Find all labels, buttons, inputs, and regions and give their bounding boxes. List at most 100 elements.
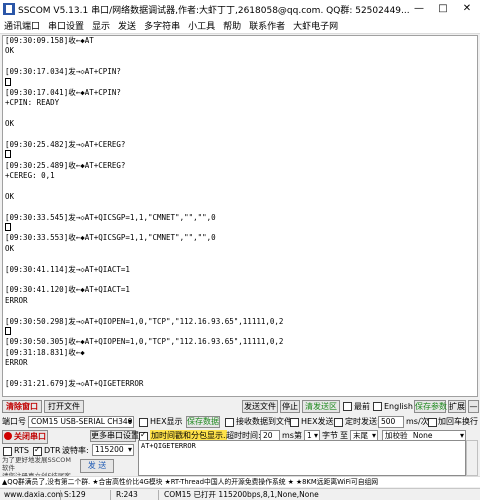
log-line: [09:30:41.120]收←◆AT+QIACT=1: [3, 285, 477, 295]
send-button[interactable]: 发 送: [80, 459, 114, 473]
log-line-text: OK: [5, 191, 15, 201]
hex-send-label: HEX发送: [301, 417, 334, 426]
timed-interval-input[interactable]: 500: [378, 416, 404, 428]
log-line: [09:31:18.831]收←◆: [3, 348, 477, 358]
log-line: [3, 326, 477, 337]
log-line: ERROR: [3, 296, 477, 306]
recv-to-file-checkbox[interactable]: [225, 418, 234, 427]
timed-send-label: 定时发送:: [345, 417, 380, 426]
timed-send-checkbox[interactable]: [334, 418, 343, 427]
menu-display[interactable]: 显示: [88, 19, 114, 32]
log-line: OK: [3, 192, 477, 202]
topmost-checkbox[interactable]: [343, 402, 352, 411]
clear-window-button[interactable]: 清除窗口: [2, 400, 42, 413]
toolbar-row: 清除窗口 打开文件 发送文件 停止 清发送区 最前 English 保存参数 扩…: [0, 400, 480, 414]
log-line-text: ERROR: [5, 295, 28, 305]
log-line-text: [09:30:50.298]发→◇AT+QIOPEN=1,0,"TCP","11…: [5, 316, 284, 326]
english-checkbox[interactable]: [373, 402, 382, 411]
log-line-text: OK: [5, 243, 15, 253]
baud-label: 波特率:: [62, 446, 89, 455]
open-file-button[interactable]: 打开文件: [44, 400, 84, 413]
status-site-link[interactable]: www.daxia.com: [4, 489, 63, 500]
clear-send-button[interactable]: 清发送区: [302, 400, 340, 413]
checksum-label: 加校验: [385, 431, 408, 440]
log-line-text: [09:31:21.679]发→◇AT+QIGETERROR: [5, 378, 144, 388]
log-line: OK: [3, 46, 477, 56]
status-sent-count: S:129: [64, 490, 86, 499]
title-bar: SSCOM V5.13.1 串口/网络数据调试器,作者:大虾丁丁,2618058…: [0, 0, 480, 18]
rts-checkbox[interactable]: [3, 447, 12, 456]
log-line-text: [09:30:17.041]收←◆AT+CPIN?: [5, 87, 121, 97]
log-line: +CPIN: READY: [3, 98, 477, 108]
menu-send[interactable]: 发送: [114, 19, 140, 32]
expand-button[interactable]: 扩展: [448, 400, 466, 413]
status-separator: [158, 490, 159, 500]
menu-daxia-site[interactable]: 大虾电子网: [289, 19, 342, 32]
log-line: OK: [3, 244, 477, 254]
checksum-value: None: [412, 431, 433, 440]
placeholder-glyph-icon: [5, 223, 11, 232]
dtr-label: DTR: [44, 446, 61, 455]
baud-select[interactable]: 115200: [92, 444, 134, 456]
dtr-checkbox[interactable]: [33, 445, 42, 456]
log-line-text: [09:30:09.158]收←◆AT: [5, 36, 94, 45]
window-title: SSCOM V5.13.1 串口/网络数据调试器,作者:大虾丁丁,2618058…: [18, 5, 410, 16]
hex-display-checkbox[interactable]: [139, 418, 148, 427]
status-received-count: R:243: [116, 490, 138, 499]
close-port-button[interactable]: 关闭串口: [2, 430, 48, 444]
log-line: [09:30:33.553]收←◆AT+QICSGP=1,1,"CMNET","…: [3, 233, 477, 243]
status-bar: www.daxia.com S:129 R:243 COM15 已打开 1152…: [0, 488, 480, 500]
send-input[interactable]: AT+QIGETERROR: [138, 440, 466, 476]
log-line-text: [09:30:25.482]发→◇AT+CEREG?: [5, 139, 126, 149]
menu-tools[interactable]: 小工具: [184, 19, 219, 32]
topmost-label: 最前: [354, 402, 370, 411]
send-scrollbar[interactable]: [466, 440, 478, 476]
port-label: 端口号: [2, 417, 26, 426]
stop-button[interactable]: 停止: [280, 400, 300, 413]
log-line: [09:30:25.482]发→◇AT+CEREG?: [3, 140, 477, 150]
save-data-button[interactable]: 保存数据: [186, 416, 220, 428]
receive-log[interactable]: [09:30:09.158]收←◆AT OK [09:30:17.034]发→◇AT…: [2, 35, 478, 397]
log-line: OK: [3, 119, 477, 129]
menu-serial-settings[interactable]: 串口设置: [44, 19, 88, 32]
send-file-button[interactable]: 发送文件: [242, 400, 278, 413]
log-line-text: +CEREG: 0,1: [5, 171, 55, 181]
maximize-button[interactable]: □: [432, 0, 454, 18]
log-line: [3, 150, 477, 160]
log-line: [09:30:33.545]发→◇AT+QICSGP=1,1,"CMNET","…: [3, 213, 477, 223]
menu-comm-port[interactable]: 通讯端口: [0, 19, 44, 32]
log-line: [09:30:09.158]收←◆AT: [3, 36, 477, 46]
close-button[interactable]: ✕: [456, 0, 478, 18]
port-select[interactable]: COM15 USB-SERIAL CH340: [28, 416, 134, 428]
rts-label: RTS: [14, 446, 29, 455]
log-line-text: [09:30:17.034]发→◇AT+CPIN?: [5, 67, 121, 77]
menu-help[interactable]: 帮助: [219, 19, 245, 32]
log-line-text: OK: [5, 46, 15, 56]
save-params-button[interactable]: 保存参数: [414, 400, 447, 413]
log-line-text: [09:30:41.120]收←◆AT+QIACT=1: [5, 285, 130, 295]
collapse-button[interactable]: —: [468, 400, 479, 413]
more-settings-button[interactable]: 更多串口设置: [90, 430, 139, 442]
news-ticker[interactable]: ▲QQ群满员了,没有第二个群. ★合宙高性价比4G模块 ★RT-Thread中国…: [0, 476, 480, 487]
log-line: ERROR: [3, 358, 477, 368]
menu-multi-string[interactable]: 多字符串: [140, 19, 184, 32]
status-separator: [110, 490, 111, 500]
log-line-text: [09:30:50.305]收←◆AT+QIOPEN=1,0,"TCP","11…: [5, 337, 284, 347]
close-port-label: 关闭串口: [14, 432, 46, 441]
log-line: [3, 77, 477, 88]
log-line: [09:30:41.114]发→◇AT+QIACT=1: [3, 265, 477, 275]
english-label: English: [384, 402, 413, 411]
hex-send-checkbox[interactable]: [290, 418, 299, 427]
log-line-text: [09:30:33.553]收←◆AT+QICSGP=1,1,"CMNET","…: [5, 233, 216, 243]
add-crlf-checkbox[interactable]: [428, 418, 437, 427]
menu-bar: 通讯端口 串口设置 显示 发送 多字符串 小工具 帮助 联系作者 大虾电子网: [0, 18, 480, 34]
minimize-button[interactable]: —: [408, 0, 430, 18]
log-line: [09:30:25.489]收←◆AT+CEREG?: [3, 161, 477, 171]
log-line: [09:30:50.305]收←◆AT+QIOPEN=1,0,"TCP","11…: [3, 337, 477, 347]
menu-contact[interactable]: 联系作者: [245, 19, 289, 32]
